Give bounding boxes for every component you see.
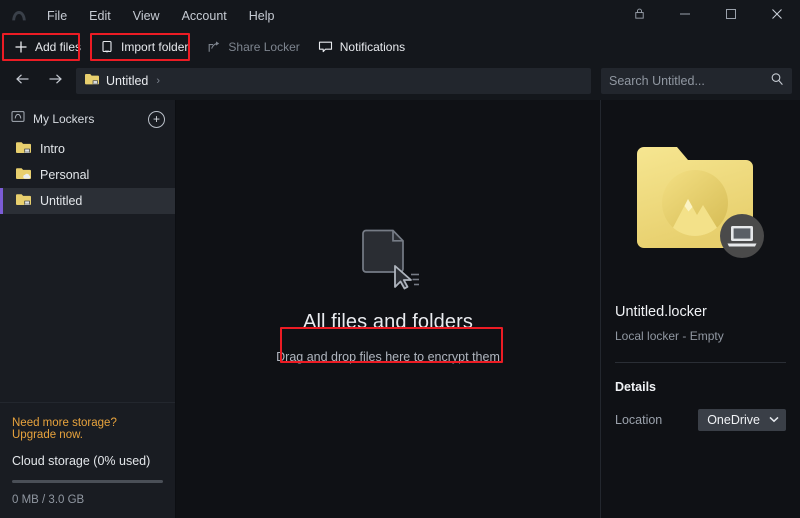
sidebar: My Lockers + Intro Personal Untitled Nee… xyxy=(0,100,176,518)
add-locker-button[interactable]: + xyxy=(148,110,165,128)
chevron-down-icon xyxy=(769,415,779,425)
storage-section: Need more storage? Upgrade now. Cloud st… xyxy=(0,402,175,518)
lock-icon xyxy=(633,7,646,25)
nordlocker-window: File Edit View Account Help Add files Im… xyxy=(0,0,800,518)
search-icon[interactable] xyxy=(770,72,784,91)
my-lockers-label: My Lockers xyxy=(33,112,95,126)
storage-usage-text: 0 MB / 3.0 GB xyxy=(12,494,85,506)
minimize-icon xyxy=(679,7,691,25)
empty-state-subtitle: Drag and drop files here to encrypt them xyxy=(276,350,500,364)
search-box[interactable] xyxy=(601,68,792,94)
sidebar-item-personal[interactable]: Personal xyxy=(0,162,175,188)
lock-button[interactable] xyxy=(616,0,662,32)
menu-item-edit[interactable]: Edit xyxy=(78,4,122,28)
sidebar-item-label: Untitled xyxy=(40,194,83,208)
menu-item-help[interactable]: Help xyxy=(238,4,286,28)
sidebar-item-untitled[interactable]: Untitled xyxy=(0,188,175,214)
breadcrumb[interactable]: Untitled › xyxy=(76,68,591,94)
details-title: Details xyxy=(615,380,656,394)
local-locker-folder-icon xyxy=(15,192,32,210)
empty-state-title: All files and folders xyxy=(303,311,473,333)
locker-preview xyxy=(615,100,786,300)
share-icon xyxy=(206,40,221,55)
title-bar: File Edit View Account Help xyxy=(0,0,800,32)
close-button[interactable] xyxy=(754,0,800,32)
speech-bubble-icon xyxy=(318,40,333,55)
maximize-icon xyxy=(725,7,737,25)
details-divider xyxy=(615,362,786,363)
body: My Lockers + Intro Personal Untitled Nee… xyxy=(0,100,800,518)
close-icon xyxy=(771,7,783,25)
menu-item-file[interactable]: File xyxy=(36,4,78,28)
breadcrumb-item-untitled[interactable]: Untitled xyxy=(84,72,148,91)
sidebar-item-label: Personal xyxy=(40,168,90,182)
notifications-button[interactable]: Notifications xyxy=(309,35,414,59)
import-folder-label: Import folder xyxy=(121,40,189,54)
search-input[interactable] xyxy=(609,74,770,88)
locker-folder-icon xyxy=(84,72,100,91)
toolbar: Add files Import folder Share Locker Not… xyxy=(0,32,800,62)
empty-state: All files and folders Drag and drop file… xyxy=(276,228,500,364)
main-content[interactable]: All files and folders Drag and drop file… xyxy=(176,100,600,518)
location-select[interactable]: OneDrive xyxy=(698,409,786,431)
notifications-label: Notifications xyxy=(339,40,406,54)
menu-item-account[interactable]: Account xyxy=(171,4,238,28)
menu-bar: File Edit View Account Help xyxy=(36,4,285,28)
locker-name: Untitled.locker xyxy=(615,304,707,320)
minimize-button[interactable] xyxy=(662,0,708,32)
upgrade-link[interactable]: Need more storage? Upgrade now. xyxy=(12,417,163,441)
maximize-button[interactable] xyxy=(708,0,754,32)
menu-item-view[interactable]: View xyxy=(122,4,171,28)
nordlocker-mountain-logo-icon xyxy=(6,3,32,29)
navigation-bar: Untitled › xyxy=(0,62,800,100)
lockers-icon xyxy=(11,110,25,128)
cloud-locker-folder-icon xyxy=(15,166,32,184)
arrow-left-icon xyxy=(15,72,31,90)
window-controls xyxy=(616,0,800,32)
storage-progress-bar xyxy=(12,480,163,483)
sidebar-item-intro[interactable]: Intro xyxy=(0,136,175,162)
share-locker-button[interactable]: Share Locker xyxy=(197,35,308,59)
import-folder-icon xyxy=(99,40,114,55)
locker-folder-large-icon xyxy=(631,140,771,271)
breadcrumb-separator: › xyxy=(156,75,161,87)
document-drag-icon xyxy=(355,228,421,295)
sidebar-item-label: Intro xyxy=(40,142,66,156)
locker-state: Local locker - Empty xyxy=(615,329,724,343)
add-files-label: Add files xyxy=(35,40,82,54)
location-value: OneDrive xyxy=(707,413,760,427)
location-label: Location xyxy=(615,413,663,427)
plus-icon xyxy=(13,40,28,55)
forward-button[interactable] xyxy=(40,67,70,95)
details-panel: Untitled.locker Local locker - Empty Det… xyxy=(600,100,800,518)
import-folder-button[interactable]: Import folder xyxy=(90,35,197,59)
my-lockers-header: My Lockers + xyxy=(0,104,175,134)
detail-row-location: Location OneDrive xyxy=(615,409,786,431)
locker-list: Intro Personal Untitled xyxy=(0,136,175,214)
add-files-button[interactable]: Add files xyxy=(4,35,90,59)
back-button[interactable] xyxy=(8,67,38,95)
share-locker-label: Share Locker xyxy=(228,40,300,54)
local-locker-folder-icon xyxy=(15,140,32,158)
cloud-storage-label: Cloud storage (0% used) xyxy=(12,454,151,468)
breadcrumb-label: Untitled xyxy=(106,74,149,88)
arrow-right-icon xyxy=(47,72,63,90)
